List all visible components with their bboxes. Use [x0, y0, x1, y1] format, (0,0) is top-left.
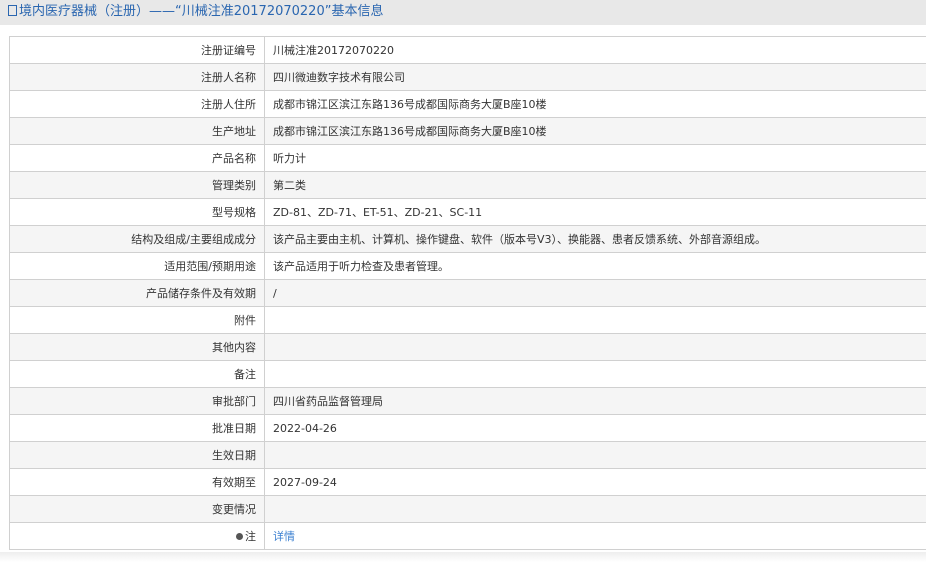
table-row: 结构及组成/主要组成成分 该产品主要由主机、计算机、操作键盘、软件（版本号V3）、… — [9, 225, 926, 253]
field-label: 注 — [9, 522, 265, 550]
field-value: ZD-81、ZD-71、ET-51、ZD-21、SC-11 — [264, 198, 926, 226]
info-table: 注册证编号 川械注准20172070220 注册人名称 四川微迪数字技术有限公司 注册人… — [9, 36, 926, 550]
field-label: 备注 — [9, 360, 265, 388]
table-row: 生效日期 — [9, 441, 926, 469]
field-label: 生产地址 — [9, 117, 265, 145]
field-label: 注册人住所 — [9, 90, 265, 118]
field-value: 成都市锦江区滨江东路136号成都国际商务大厦B座10楼 — [264, 90, 926, 118]
field-value — [264, 306, 926, 334]
table-row: 产品储存条件及有效期 / — [9, 279, 926, 307]
field-label: 其他内容 — [9, 333, 265, 361]
field-label: 注册证编号 — [9, 36, 265, 64]
field-value: 该产品主要由主机、计算机、操作键盘、软件（版本号V3）、换能器、患者反馈系统、外… — [264, 225, 926, 253]
table-row: 有效期至 2027-09-24 — [9, 468, 926, 496]
field-label: 生效日期 — [9, 441, 265, 469]
field-value — [264, 360, 926, 388]
table-row: 其他内容 — [9, 333, 926, 361]
field-value: 该产品适用于听力检查及患者管理。 — [264, 252, 926, 280]
field-label: 有效期至 — [9, 468, 265, 496]
table-row: 变更情况 — [9, 495, 926, 523]
field-label: 产品名称 — [9, 144, 265, 172]
table-row: 适用范围/预期用途 该产品适用于听力检查及患者管理。 — [9, 252, 926, 280]
field-value: 2027-09-24 — [264, 468, 926, 496]
pin-icon — [236, 533, 243, 540]
field-value: 成都市锦江区滨江东路136号成都国际商务大厦B座10楼 — [264, 117, 926, 145]
field-label: 适用范围/预期用途 — [9, 252, 265, 280]
table-row: 产品名称 听力计 — [9, 144, 926, 172]
field-label: 审批部门 — [9, 387, 265, 415]
field-value: 2022-04-26 — [264, 414, 926, 442]
table-row: 型号规格 ZD-81、ZD-71、ET-51、ZD-21、SC-11 — [9, 198, 926, 226]
page-title: 境内医疗器械（注册）——“川械注准20172070220”基本信息 — [0, 0, 926, 25]
field-label: 批准日期 — [9, 414, 265, 442]
field-value — [264, 441, 926, 469]
table-row: 管理类别 第二类 — [9, 171, 926, 199]
table-row: 附件 — [9, 306, 926, 334]
table-row: 备注 — [9, 360, 926, 388]
field-value — [264, 333, 926, 361]
field-label: 型号规格 — [9, 198, 265, 226]
field-label: 结构及组成/主要组成成分 — [9, 225, 265, 253]
table-row: 批准日期 2022-04-26 — [9, 414, 926, 442]
field-label: 产品储存条件及有效期 — [9, 279, 265, 307]
table-row: 审批部门 四川省药品监督管理局 — [9, 387, 926, 415]
field-value: 川械注准20172070220 — [264, 36, 926, 64]
field-label: 管理类别 — [9, 171, 265, 199]
details-link[interactable]: 详情 — [273, 530, 295, 543]
field-value: 四川省药品监督管理局 — [264, 387, 926, 415]
field-label: 注册人名称 — [9, 63, 265, 91]
table-row: 注册人住所 成都市锦江区滨江东路136号成都国际商务大厦B座10楼 — [9, 90, 926, 118]
field-value: 第二类 — [264, 171, 926, 199]
field-value — [264, 495, 926, 523]
table-row: 生产地址 成都市锦江区滨江东路136号成都国际商务大厦B座10楼 — [9, 117, 926, 145]
field-value: 四川微迪数字技术有限公司 — [264, 63, 926, 91]
divider — [0, 552, 926, 562]
table-row: 注册证编号 川械注准20172070220 — [9, 36, 926, 64]
table-row: 注册人名称 四川微迪数字技术有限公司 — [9, 63, 926, 91]
field-value: 听力计 — [264, 144, 926, 172]
field-value: / — [264, 279, 926, 307]
field-label: 附件 — [9, 306, 265, 334]
table-row-note: 注详情 — [9, 522, 926, 550]
document-icon — [8, 5, 17, 16]
field-label: 变更情况 — [9, 495, 265, 523]
